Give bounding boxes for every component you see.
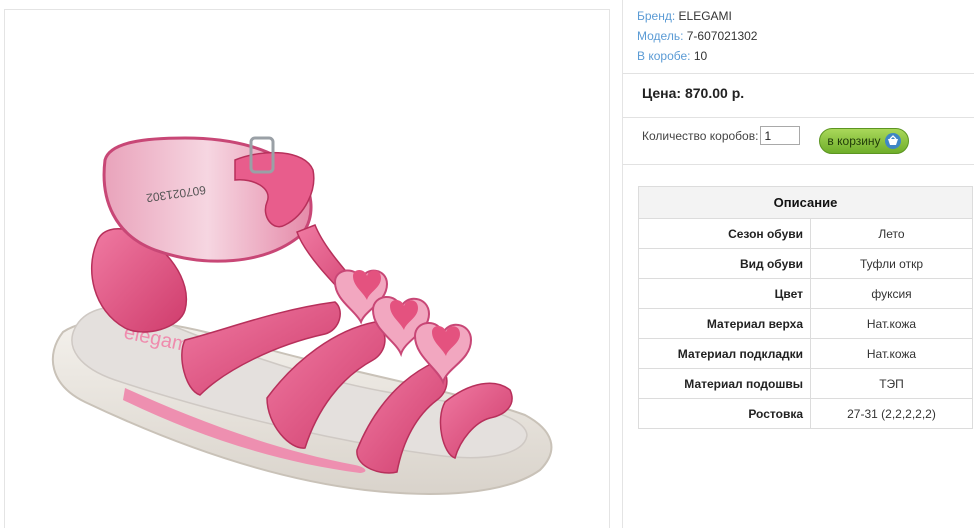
spec-key: Сезон обуви bbox=[638, 218, 811, 249]
product-photo: elegami 607021302 bbox=[51, 136, 553, 495]
spec-key: Материал верха bbox=[638, 308, 811, 339]
attribute-brand-label[interactable]: Бренд: bbox=[637, 9, 675, 23]
spec-key: Материал подкладки bbox=[638, 338, 811, 369]
attribute-brand-value: ELEGAMI bbox=[678, 9, 732, 23]
divider bbox=[623, 73, 974, 74]
cart-plus-icon bbox=[884, 133, 901, 149]
product-price: Цена: 870.00 р. bbox=[642, 85, 745, 101]
spec-value: Нат.кожа bbox=[810, 308, 973, 339]
table-row: Цвет фуксия bbox=[638, 278, 973, 309]
attribute-model-value: 7-607021302 bbox=[686, 29, 758, 43]
product-attributes: Бренд: ELEGAMI Модель: 7-607021302 В кор… bbox=[637, 6, 757, 66]
attribute-brand: Бренд: ELEGAMI bbox=[637, 6, 757, 26]
product-info-panel: Бренд: ELEGAMI Модель: 7-607021302 В кор… bbox=[622, 0, 974, 528]
attribute-box-count: В коробе: 10 bbox=[637, 46, 757, 66]
add-to-cart-label: в корзину bbox=[827, 134, 881, 148]
spec-value: фуксия bbox=[810, 278, 973, 309]
table-row: Материал верха Нат.кожа bbox=[638, 308, 973, 339]
spec-key: Вид обуви bbox=[638, 248, 811, 279]
table-row: Ростовка 27-31 (2,2,2,2,2) bbox=[638, 398, 973, 429]
product-page: elegami 607021302 Бренд: ELEGAMI Модель:… bbox=[0, 0, 974, 528]
attribute-box-count-label[interactable]: В коробе: bbox=[637, 49, 691, 63]
spec-value: 27-31 (2,2,2,2,2) bbox=[810, 398, 973, 429]
attribute-model: Модель: 7-607021302 bbox=[637, 26, 757, 46]
spec-key: Ростовка bbox=[638, 398, 811, 429]
description-title: Описание bbox=[638, 186, 973, 219]
product-image-frame: elegami 607021302 bbox=[4, 9, 610, 528]
spec-value: ТЭП bbox=[810, 368, 973, 399]
table-row: Материал подкладки Нат.кожа bbox=[638, 338, 973, 369]
spec-value: Лето bbox=[810, 218, 973, 249]
attribute-model-label[interactable]: Модель: bbox=[637, 29, 683, 43]
table-row: Материал подошвы ТЭП bbox=[638, 368, 973, 399]
divider bbox=[623, 164, 974, 165]
table-row: Сезон обуви Лето bbox=[638, 218, 973, 249]
attribute-box-count-value: 10 bbox=[693, 49, 708, 63]
divider bbox=[623, 117, 974, 118]
spec-value: Нат.кожа bbox=[810, 338, 973, 369]
quantity-label: Количество коробов: bbox=[642, 128, 759, 143]
add-to-cart-button[interactable]: в корзину bbox=[819, 128, 909, 154]
spec-value: Туфли откр bbox=[810, 248, 973, 279]
spec-key: Цвет bbox=[638, 278, 811, 309]
quantity-input[interactable] bbox=[760, 126, 801, 145]
description-table: Описание Сезон обуви Лето Вид обуви Туфл… bbox=[638, 186, 973, 429]
quantity-control: Количество коробов: bbox=[642, 126, 801, 145]
spec-key: Материал подошвы bbox=[638, 368, 811, 399]
table-row: Вид обуви Туфли откр bbox=[638, 248, 973, 279]
